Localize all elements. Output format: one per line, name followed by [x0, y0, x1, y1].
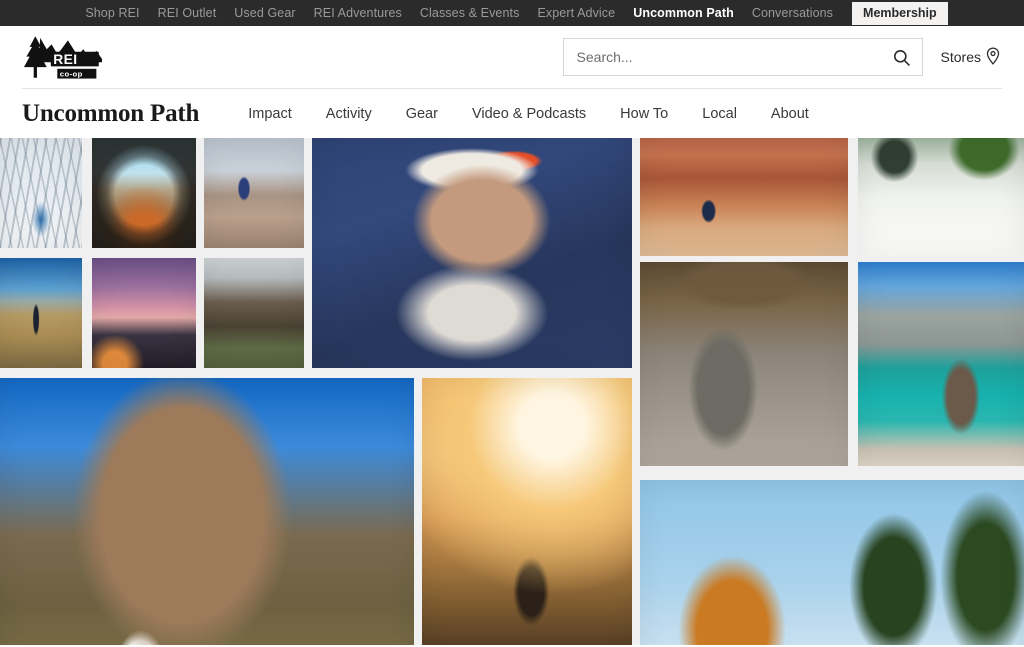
stores-link[interactable]: Stores [940, 46, 1000, 68]
photo-rei-store-ranger[interactable] [640, 262, 848, 466]
photo-alpenglow-camp[interactable] [92, 258, 196, 368]
photo-frozen-beard-climber[interactable] [312, 138, 632, 368]
tile-vignette [640, 262, 848, 466]
tile-vignette [858, 262, 1024, 466]
photo-grid [0, 138, 1024, 645]
tile-vignette [92, 258, 196, 368]
brand-nav: Uncommon Path Impact Activity Gear Video & … [0, 89, 1024, 138]
photo-foggy-canyon[interactable] [204, 258, 304, 368]
top-utility-bar: Shop REI REI Outlet Used Gear REI Adventure… [0, 0, 1024, 41]
photo-gravel-cyclist[interactable] [204, 138, 304, 248]
tile-vignette [0, 138, 82, 248]
photo-alpine-lake-stove[interactable] [858, 262, 1024, 466]
photo-tent-vestibule-view[interactable] [92, 138, 196, 248]
rei-co-op-logo[interactable]: REI co-op [22, 33, 104, 81]
search-box[interactable] [562, 38, 923, 76]
topbar-link-rei-adventures[interactable]: REI Adventures [305, 0, 411, 26]
photo-sunset-mountain-biker[interactable] [422, 378, 632, 645]
tile-vignette [312, 138, 632, 368]
tile-vignette [92, 138, 196, 248]
search-icon[interactable] [885, 38, 919, 76]
brandnav-link-local[interactable]: Local [685, 106, 754, 122]
masthead-actions: Stores [562, 38, 1000, 76]
tile-vignette [0, 378, 414, 645]
masthead: REI co-op Stores [0, 26, 1024, 88]
svg-text:REI: REI [53, 51, 77, 67]
brandnav-link-about[interactable]: About [754, 106, 826, 122]
brandnav-link-how-to[interactable]: How To [603, 106, 685, 122]
tile-vignette [640, 138, 848, 256]
map-pin-icon [986, 46, 1000, 68]
topbar-link-conversations[interactable]: Conversations [743, 0, 842, 26]
brandnav-link-activity[interactable]: Activity [309, 106, 389, 122]
brandnav-link-gear[interactable]: Gear [389, 106, 455, 122]
photo-golden-retriever-snow[interactable] [640, 480, 1024, 645]
topbar-link-rei-outlet[interactable]: REI Outlet [149, 0, 226, 26]
brand-nav-links: Impact Activity Gear Video & Podcasts How To… [231, 106, 826, 122]
brand-title[interactable]: Uncommon Path [22, 100, 199, 128]
top-utility-nav: Shop REI REI Outlet Used Gear REI Adventure… [76, 0, 842, 41]
photo-snowy-forest-trail[interactable] [0, 138, 82, 248]
photo-van-life-butte[interactable] [0, 378, 414, 645]
tile-vignette [640, 480, 1024, 645]
brandnav-link-impact[interactable]: Impact [231, 106, 309, 122]
membership-button[interactable]: Membership [852, 1, 948, 25]
tile-vignette [0, 258, 82, 368]
topbar-link-shop-rei[interactable]: Shop REI [76, 0, 148, 26]
search-input[interactable] [562, 38, 923, 76]
svg-text:co-op: co-op [60, 70, 83, 79]
photo-desert-plains-hiker[interactable] [0, 258, 82, 368]
topbar-link-uncommon-path[interactable]: Uncommon Path [624, 0, 743, 41]
stores-label: Stores [940, 49, 981, 65]
tile-vignette [422, 378, 632, 645]
tile-vignette [204, 258, 304, 368]
topbar-link-expert-advice[interactable]: Expert Advice [528, 0, 624, 26]
tile-vignette [204, 138, 304, 248]
tile-vignette [858, 138, 1024, 256]
topbar-link-classes-events[interactable]: Classes & Events [411, 0, 529, 26]
photo-red-rock-arches[interactable] [640, 138, 848, 256]
photo-snowy-campsite[interactable] [858, 138, 1024, 256]
topbar-link-used-gear[interactable]: Used Gear [225, 0, 304, 26]
brandnav-link-video-podcasts[interactable]: Video & Podcasts [455, 106, 603, 122]
